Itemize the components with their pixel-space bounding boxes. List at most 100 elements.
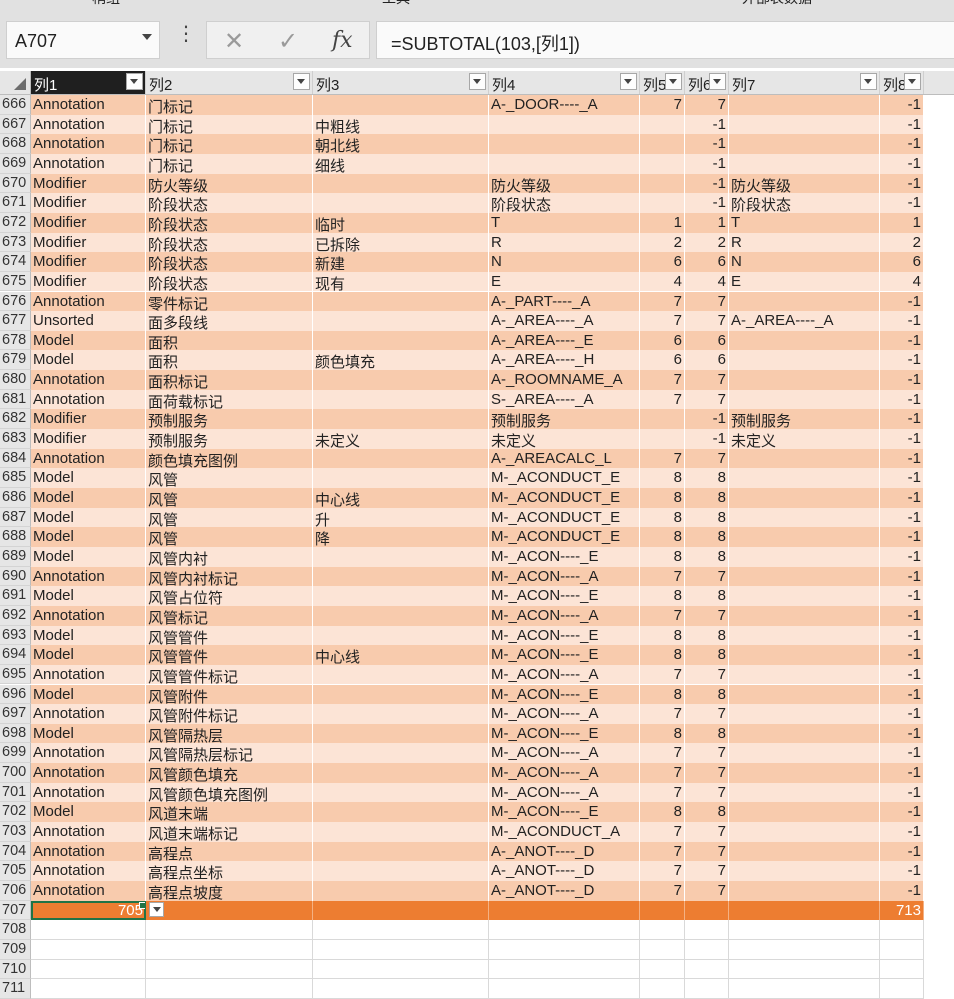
- enter-icon[interactable]: ✓: [278, 27, 298, 56]
- row-header[interactable]: 708: [0, 920, 31, 940]
- row-header[interactable]: 695: [0, 664, 31, 685]
- cell[interactable]: 8: [640, 507, 685, 528]
- cell[interactable]: 预制服务: [146, 409, 313, 430]
- cell[interactable]: 风管管件标记: [146, 664, 313, 685]
- formula-input[interactable]: =SUBTOTAL(103,[列1]): [376, 21, 954, 59]
- cell[interactable]: A-_PART----_A: [489, 291, 640, 312]
- cell[interactable]: [729, 468, 880, 488]
- cell[interactable]: [729, 507, 880, 528]
- cell[interactable]: -1: [880, 173, 924, 194]
- cell[interactable]: 6: [685, 252, 729, 272]
- cell[interactable]: M-_ACON----_E: [489, 684, 640, 705]
- cell[interactable]: [880, 979, 924, 999]
- cell[interactable]: [729, 822, 880, 842]
- filter-dropdown-icon[interactable]: [126, 73, 143, 90]
- cell[interactable]: [729, 448, 880, 469]
- filter-dropdown-icon[interactable]: [709, 73, 726, 90]
- cell[interactable]: 颜色填充: [313, 350, 489, 371]
- cell[interactable]: 8: [685, 625, 729, 646]
- insert-function-icon[interactable]: fx: [332, 28, 353, 53]
- cell[interactable]: [640, 429, 685, 449]
- row-header[interactable]: 666: [0, 95, 31, 115]
- cell[interactable]: -1: [880, 625, 924, 646]
- cell[interactable]: 面积标记: [146, 370, 313, 390]
- cell[interactable]: 高程点坡度: [146, 881, 313, 901]
- cell[interactable]: Annotation: [31, 95, 146, 115]
- row-header[interactable]: 705: [0, 861, 31, 881]
- cell[interactable]: [685, 900, 729, 921]
- cell[interactable]: [685, 920, 729, 940]
- cell[interactable]: 面多段线: [146, 311, 313, 331]
- cell[interactable]: 705: [31, 900, 146, 921]
- cell[interactable]: 现有: [313, 271, 489, 292]
- cell[interactable]: 7: [640, 389, 685, 410]
- cell[interactable]: [313, 566, 489, 587]
- cell[interactable]: S-_AREA----_A: [489, 389, 640, 410]
- cell[interactable]: 6: [640, 330, 685, 351]
- cell[interactable]: -1: [880, 586, 924, 606]
- row-header[interactable]: 678: [0, 330, 31, 351]
- cell[interactable]: M-_ACONDUCT_E: [489, 468, 640, 488]
- cell[interactable]: 6: [880, 252, 924, 272]
- cell[interactable]: [880, 959, 924, 980]
- cell[interactable]: Model: [31, 468, 146, 488]
- row-header[interactable]: 686: [0, 488, 31, 508]
- cell[interactable]: [146, 920, 313, 940]
- cell[interactable]: [31, 959, 146, 980]
- row-header[interactable]: 691: [0, 586, 31, 606]
- cell[interactable]: [880, 920, 924, 940]
- cell[interactable]: 风管附件标记: [146, 704, 313, 724]
- cell[interactable]: [313, 546, 489, 567]
- cell[interactable]: R: [729, 232, 880, 253]
- cell[interactable]: Annotation: [31, 841, 146, 862]
- cell[interactable]: 零件标记: [146, 291, 313, 312]
- cell[interactable]: 中心线: [313, 645, 489, 665]
- cell[interactable]: A-_AREA----_H: [489, 350, 640, 371]
- cell[interactable]: 1: [685, 212, 729, 233]
- cell[interactable]: Annotation: [31, 861, 146, 881]
- cell[interactable]: [313, 723, 489, 744]
- cell[interactable]: 面积: [146, 330, 313, 351]
- cell[interactable]: 预制服务: [146, 429, 313, 449]
- cell[interactable]: [729, 291, 880, 312]
- cell[interactable]: [31, 939, 146, 960]
- cell[interactable]: [313, 782, 489, 803]
- cell[interactable]: [880, 939, 924, 960]
- cell[interactable]: 7: [640, 448, 685, 469]
- cell[interactable]: 8: [685, 645, 729, 665]
- cell[interactable]: 8: [685, 586, 729, 606]
- cell[interactable]: 风管内衬: [146, 546, 313, 567]
- cell[interactable]: Model: [31, 625, 146, 646]
- cell[interactable]: 风管颜色填充: [146, 763, 313, 783]
- cell[interactable]: [313, 959, 489, 980]
- cell[interactable]: Annotation: [31, 134, 146, 154]
- cell[interactable]: Model: [31, 586, 146, 606]
- cell[interactable]: 7: [640, 95, 685, 115]
- cell[interactable]: 7: [685, 448, 729, 469]
- cell[interactable]: -1: [685, 134, 729, 154]
- filter-dropdown-icon[interactable]: [620, 73, 637, 90]
- cell[interactable]: [640, 193, 685, 213]
- row-header[interactable]: 672: [0, 212, 31, 233]
- cell[interactable]: -1: [880, 782, 924, 803]
- cell[interactable]: -1: [880, 822, 924, 842]
- cell[interactable]: Annotation: [31, 291, 146, 312]
- cell[interactable]: Modifier: [31, 429, 146, 449]
- row-header[interactable]: 685: [0, 468, 31, 488]
- cell[interactable]: 8: [640, 625, 685, 646]
- cell[interactable]: [313, 468, 489, 488]
- cell[interactable]: [729, 920, 880, 940]
- cell[interactable]: [729, 645, 880, 665]
- cell[interactable]: -1: [880, 153, 924, 174]
- cell[interactable]: [489, 920, 640, 940]
- cell[interactable]: -1: [685, 409, 729, 430]
- cell[interactable]: 7: [685, 605, 729, 626]
- cell[interactable]: -1: [880, 330, 924, 351]
- cell[interactable]: 7: [640, 841, 685, 862]
- column-header-5[interactable]: 列5: [640, 71, 685, 94]
- cell[interactable]: Modifier: [31, 252, 146, 272]
- cell[interactable]: 1: [880, 212, 924, 233]
- cell[interactable]: 风管内衬标记: [146, 566, 313, 587]
- cell[interactable]: 阶段状态: [146, 271, 313, 292]
- cell[interactable]: [729, 684, 880, 705]
